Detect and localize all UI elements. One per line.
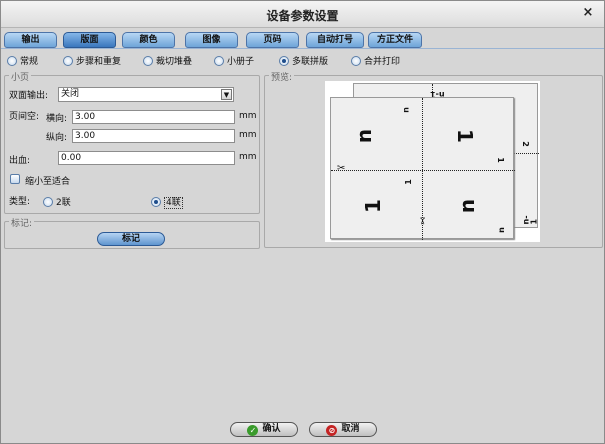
check-icon: ✓ bbox=[247, 425, 259, 436]
tab-divider bbox=[1, 48, 604, 49]
radio-merge-print[interactable]: 合并打印 bbox=[351, 54, 401, 67]
bleed-input[interactable]: 0.00 bbox=[58, 151, 235, 165]
radio-step-repeat[interactable]: 步骤和重复 bbox=[63, 54, 122, 67]
radio-2-up[interactable]: 2联 bbox=[43, 195, 71, 208]
radio-normal-label: 常规 bbox=[20, 57, 39, 67]
type-label: 类型: bbox=[9, 197, 31, 207]
radio-2-up-indicator[interactable] bbox=[43, 196, 53, 207]
front-cut-line-h bbox=[331, 170, 515, 171]
tab-color[interactable]: 颜色 bbox=[122, 32, 175, 48]
marks-button[interactable]: 标记 bbox=[97, 232, 165, 246]
radio-4-up[interactable]: 4联 bbox=[151, 195, 183, 209]
page-glyph-1-bottom: 1 bbox=[360, 199, 385, 213]
tab-image[interactable]: 图像 bbox=[185, 32, 238, 48]
back-n-minus-1-side-label: n-1 bbox=[521, 215, 539, 225]
imposition-preview: n-1 2 n-1 u 1 1 n u 1 1 n ✂ ✂ bbox=[325, 81, 540, 242]
page-glyph-1-top: 1 bbox=[452, 129, 477, 143]
duplex-select[interactable]: 关闭 ▼ bbox=[58, 87, 234, 102]
scissors-icon: ✂ bbox=[337, 163, 346, 174]
radio-multi-up[interactable]: 多联拼版 bbox=[279, 54, 329, 67]
radio-cut-stack-label: 裁切堆叠 bbox=[156, 57, 193, 67]
radio-multi-up-indicator[interactable] bbox=[279, 55, 289, 66]
small-page-group-label: 小页 bbox=[9, 70, 32, 83]
ok-button[interactable]: ✓ 确认 bbox=[230, 422, 298, 437]
bleed-unit: mm bbox=[239, 152, 257, 162]
small-glyph-u: u bbox=[401, 107, 411, 113]
cancel-button[interactable]: ⊘ 取消 bbox=[309, 422, 377, 437]
tab-layout[interactable]: 版面 bbox=[63, 32, 116, 48]
chevron-down-icon[interactable]: ▼ bbox=[221, 89, 232, 100]
radio-booklet-label: 小册子 bbox=[227, 57, 255, 67]
cancel-button-label: 取消 bbox=[341, 424, 360, 434]
vertical-gap-input[interactable]: 3.00 bbox=[72, 129, 235, 143]
back-cut-line-h bbox=[514, 153, 539, 154]
radio-booklet[interactable]: 小册子 bbox=[214, 54, 255, 67]
radio-normal[interactable]: 常规 bbox=[7, 54, 39, 67]
page-gap-label: 页间空: bbox=[9, 112, 40, 122]
radio-cut-stack[interactable]: 裁切堆叠 bbox=[143, 54, 193, 67]
duplex-label: 双面输出: bbox=[9, 91, 49, 101]
tab-output[interactable]: 输出 bbox=[4, 32, 57, 48]
radio-cut-stack-indicator[interactable] bbox=[143, 55, 153, 66]
device-settings-dialog: 设备参数设置 × 输出 版面 颜色 图像 页码 自动打号 方正文件 常规 步骤和… bbox=[0, 0, 605, 444]
window-title: 设备参数设置 bbox=[266, 9, 339, 23]
preview-group-label: 预览: bbox=[269, 70, 295, 83]
page-glyph-n: n bbox=[455, 198, 480, 214]
radio-4-up-label: 4联 bbox=[164, 197, 183, 209]
radio-2-up-label: 2联 bbox=[56, 198, 71, 208]
radio-multi-up-label: 多联拼版 bbox=[292, 57, 329, 67]
horizontal-gap-input[interactable]: 3.00 bbox=[72, 110, 235, 124]
scissors-icon: ✂ bbox=[416, 216, 428, 226]
radio-merge-print-indicator[interactable] bbox=[351, 55, 361, 66]
horizontal-gap-label: 横向: bbox=[46, 114, 68, 124]
vertical-gap-unit: mm bbox=[239, 130, 257, 140]
ok-button-label: 确认 bbox=[262, 424, 281, 434]
duplex-select-value: 关闭 bbox=[61, 89, 80, 99]
shrink-to-fit-label: 缩小至适合 bbox=[25, 177, 71, 187]
shrink-to-fit-checkbox[interactable] bbox=[10, 174, 20, 184]
front-sheet: u 1 1 n u 1 1 n ✂ ✂ bbox=[330, 97, 515, 240]
page-glyph-u: u bbox=[355, 128, 380, 144]
tab-auto-numbering[interactable]: 自动打号 bbox=[306, 32, 364, 48]
radio-step-repeat-indicator[interactable] bbox=[63, 55, 73, 66]
close-icon[interactable]: × bbox=[581, 6, 595, 20]
vertical-gap-label: 纵向: bbox=[46, 133, 68, 143]
small-glyph-1-top: 1 bbox=[495, 157, 505, 163]
small-glyph-1-bottom: 1 bbox=[403, 179, 413, 185]
small-glyph-n: n bbox=[496, 227, 506, 233]
tab-founder-file[interactable]: 方正文件 bbox=[368, 32, 422, 48]
radio-4-up-indicator[interactable] bbox=[151, 196, 161, 207]
radio-step-repeat-label: 步骤和重复 bbox=[76, 57, 122, 67]
radio-booklet-indicator[interactable] bbox=[214, 55, 224, 66]
title-bar: 设备参数设置 × bbox=[1, 1, 604, 28]
tab-page-number[interactable]: 页码 bbox=[246, 32, 299, 48]
bleed-label: 出血: bbox=[9, 156, 31, 166]
horizontal-gap-unit: mm bbox=[239, 111, 257, 121]
back-two-label: 2 bbox=[520, 141, 530, 147]
marks-group-label: 标记: bbox=[9, 216, 35, 229]
radio-normal-indicator[interactable] bbox=[7, 55, 17, 66]
radio-merge-print-label: 合并打印 bbox=[364, 57, 401, 67]
no-entry-icon: ⊘ bbox=[326, 425, 338, 436]
